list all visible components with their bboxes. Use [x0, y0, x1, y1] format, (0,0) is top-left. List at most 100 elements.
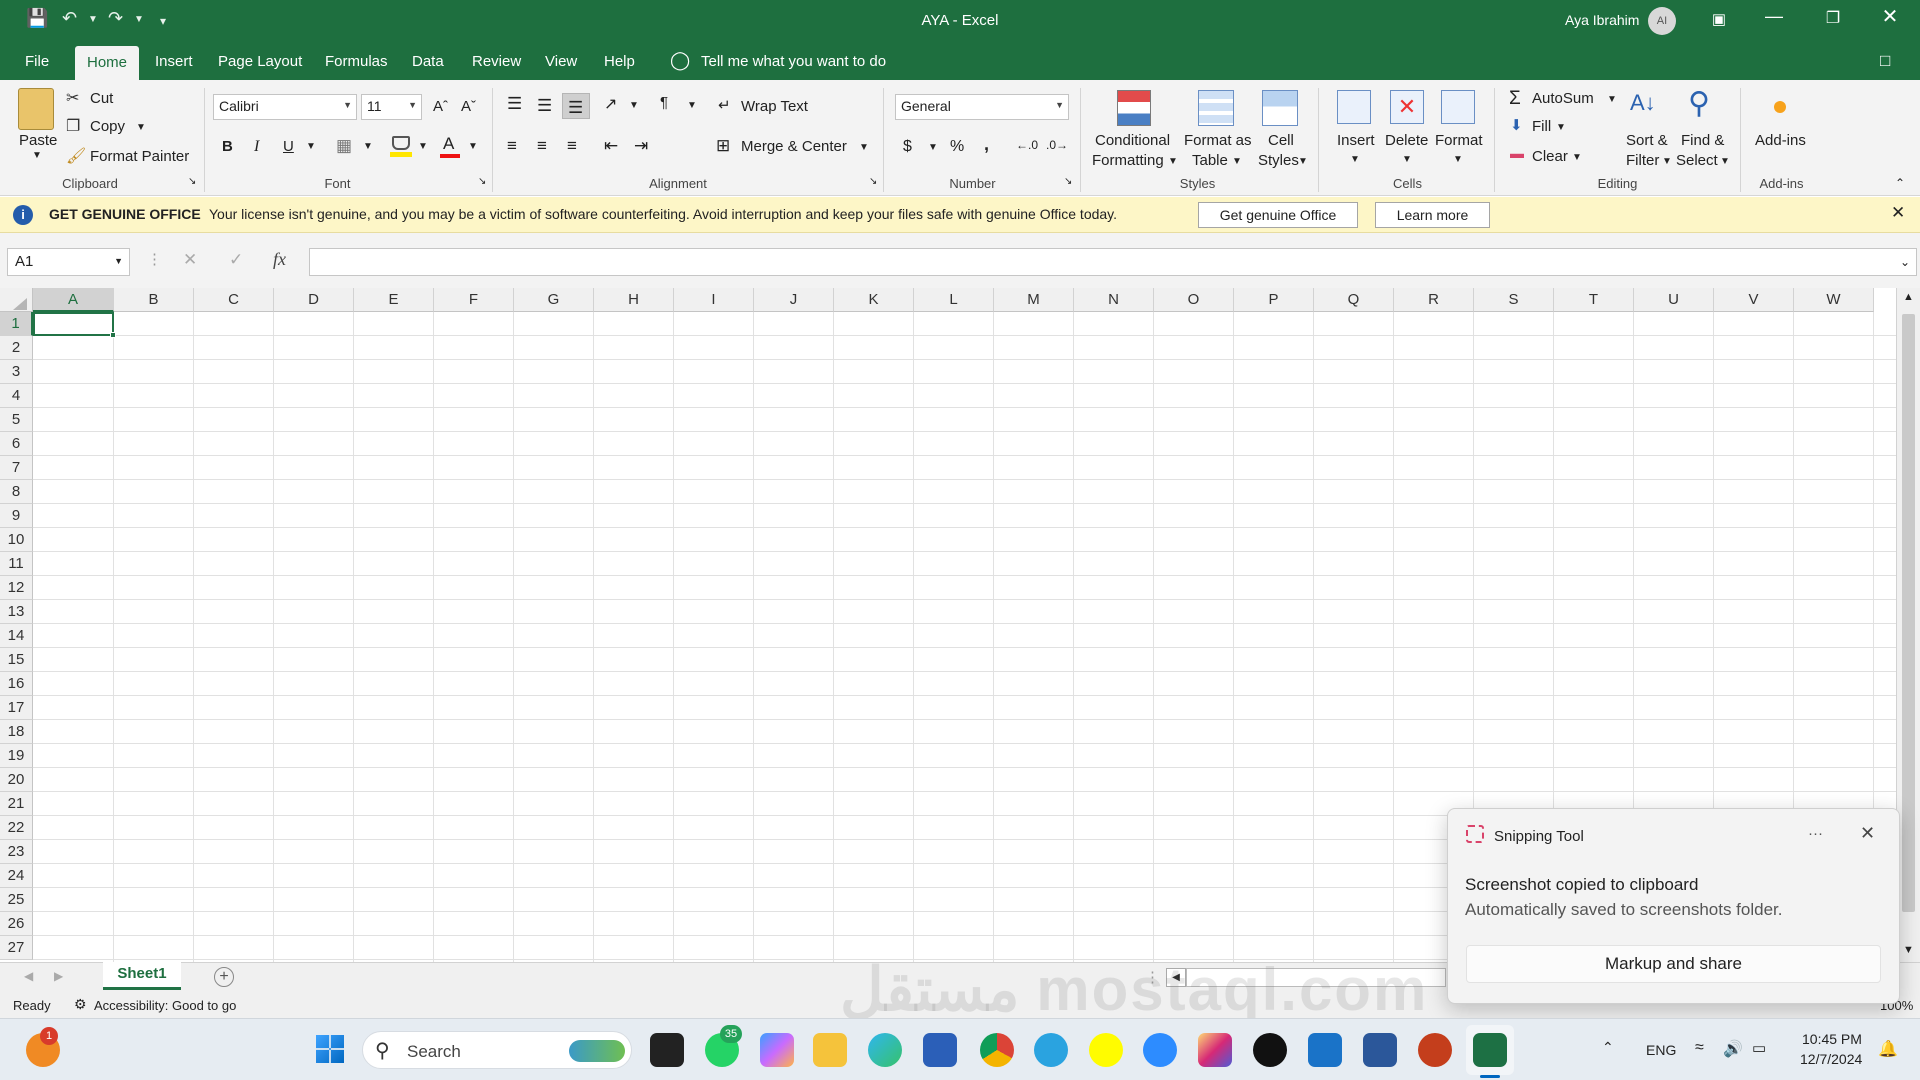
ribbon-display-icon[interactable]: ▣ — [1696, 10, 1742, 28]
row-header-9[interactable]: 9 — [0, 504, 33, 528]
formula-input[interactable]: ⌄ — [309, 248, 1917, 276]
format-as-table-button[interactable]: Format as — [1184, 132, 1252, 149]
find-select-button[interactable]: Find & — [1681, 132, 1724, 149]
font-name-select[interactable]: Calibri ▼ — [213, 94, 357, 120]
delete-cells-button[interactable]: Delete — [1385, 132, 1428, 149]
microsoft-store-icon[interactable] — [923, 1033, 957, 1067]
insert-dropdown-icon[interactable]: ▼ — [1350, 154, 1360, 165]
close-icon[interactable]: ✕ — [1860, 823, 1875, 844]
column-header-u[interactable]: U — [1634, 288, 1714, 312]
wrap-text-button[interactable]: Wrap Text — [741, 98, 808, 115]
minimize-icon[interactable]: — — [1751, 6, 1797, 27]
enter-icon[interactable]: ✓ — [229, 250, 243, 270]
task-view-icon[interactable] — [650, 1033, 684, 1067]
align-center-icon[interactable]: ≡ — [537, 136, 547, 156]
clipboard-launcher-icon[interactable]: ↘ — [188, 176, 196, 187]
scroll-up-icon[interactable]: ▲ — [1903, 291, 1914, 303]
telegram-icon[interactable] — [1034, 1033, 1068, 1067]
format-as-table-label2[interactable]: Table — [1192, 152, 1228, 169]
font-color-dropdown-icon[interactable]: ▼ — [468, 141, 478, 152]
column-header-o[interactable]: O — [1154, 288, 1234, 312]
start-icon[interactable] — [316, 1035, 344, 1063]
restore-icon[interactable]: ❐ — [1810, 8, 1856, 28]
align-top-icon[interactable]: ☰ — [507, 94, 522, 114]
row-header-8[interactable]: 8 — [0, 480, 33, 504]
instagram-icon[interactable] — [1198, 1033, 1232, 1067]
cancel-icon[interactable]: ✕ — [183, 250, 197, 270]
tab-home[interactable]: Home — [75, 46, 140, 80]
row-header-7[interactable]: 7 — [0, 456, 33, 480]
underline-dropdown-icon[interactable]: ▼ — [306, 141, 316, 152]
column-header-m[interactable]: M — [994, 288, 1074, 312]
conditional-dropdown-icon[interactable]: ▼ — [1168, 156, 1178, 167]
conditional-formatting-button[interactable]: Conditional — [1095, 132, 1170, 149]
align-bottom-button[interactable]: ☰ — [562, 93, 590, 119]
row-header-15[interactable]: 15 — [0, 648, 33, 672]
font-launcher-icon[interactable]: ↘ — [478, 176, 486, 187]
autosum-dropdown-icon[interactable]: ▼ — [1607, 94, 1617, 105]
delete-dropdown-icon[interactable]: ▼ — [1402, 154, 1412, 165]
file-explorer-icon[interactable] — [813, 1033, 847, 1067]
tab-page-layout[interactable]: Page Layout — [218, 53, 302, 70]
column-header-q[interactable]: Q — [1314, 288, 1394, 312]
powerpoint-icon[interactable] — [1418, 1033, 1452, 1067]
battery-icon[interactable]: ▭ — [1752, 1039, 1766, 1057]
find-select-label2[interactable]: Select — [1676, 152, 1718, 169]
row-header-13[interactable]: 13 — [0, 600, 33, 624]
snapchat-icon[interactable] — [1089, 1033, 1123, 1067]
borders-dropdown-icon[interactable]: ▼ — [363, 141, 373, 152]
copilot-icon[interactable] — [760, 1033, 794, 1067]
number-launcher-icon[interactable]: ↘ — [1064, 176, 1072, 187]
chrome-icon[interactable] — [980, 1033, 1014, 1067]
font-color-icon[interactable]: A — [443, 134, 454, 154]
autosum-button[interactable]: AutoSum — [1532, 90, 1594, 107]
number-format-select[interactable]: General ▼ — [895, 94, 1069, 120]
learn-more-button[interactable]: Learn more — [1375, 202, 1490, 228]
name-box[interactable]: A1 ▼ — [7, 248, 130, 276]
row-header-18[interactable]: 18 — [0, 720, 33, 744]
collapse-ribbon-icon[interactable]: ⌃ — [1895, 176, 1905, 190]
decrease-indent-icon[interactable]: ⇤ — [604, 136, 618, 156]
column-header-f[interactable]: F — [434, 288, 514, 312]
orientation-icon[interactable]: ↗ — [604, 94, 617, 114]
row-header-5[interactable]: 5 — [0, 408, 33, 432]
mail-icon[interactable] — [1308, 1033, 1342, 1067]
avatar[interactable]: AI — [1648, 7, 1676, 35]
fill-handle[interactable] — [110, 332, 116, 338]
column-header-v[interactable]: V — [1714, 288, 1794, 312]
row-header-17[interactable]: 17 — [0, 696, 33, 720]
row-header-24[interactable]: 24 — [0, 864, 33, 888]
snipping-tool-notification[interactable]: Snipping Tool ··· ✕ Screenshot copied to… — [1447, 808, 1900, 1004]
text-direction-dropdown-icon[interactable]: ▼ — [687, 100, 697, 111]
row-header-14[interactable]: 14 — [0, 624, 33, 648]
cell-styles-dropdown-icon[interactable]: ▼ — [1298, 156, 1308, 167]
row-header-21[interactable]: 21 — [0, 792, 33, 816]
notifications-bell-icon[interactable]: 🔔 — [1878, 1039, 1898, 1059]
comments-icon[interactable]: □ — [1880, 51, 1890, 71]
row-header-6[interactable]: 6 — [0, 432, 33, 456]
insert-function-button[interactable]: fx — [273, 249, 286, 270]
column-header-p[interactable]: P — [1234, 288, 1314, 312]
fill-color-icon[interactable] — [392, 136, 410, 150]
orientation-dropdown-icon[interactable]: ▼ — [629, 100, 639, 111]
increase-decimal-icon[interactable]: ←.0 — [1016, 138, 1038, 152]
copy-dropdown-icon[interactable]: ▼ — [136, 122, 146, 133]
tab-data[interactable]: Data — [412, 53, 444, 70]
vertical-scroll-thumb[interactable] — [1902, 314, 1915, 912]
input-language[interactable]: ENG — [1646, 1042, 1676, 1058]
close-icon[interactable]: ✕ — [1867, 4, 1913, 29]
fill-color-dropdown-icon[interactable]: ▼ — [418, 141, 428, 152]
next-sheet-icon[interactable]: ▶ — [54, 969, 63, 983]
row-header-12[interactable]: 12 — [0, 576, 33, 600]
column-header-w[interactable]: W — [1794, 288, 1874, 312]
find-dropdown-icon[interactable]: ▼ — [1720, 156, 1730, 167]
prev-sheet-icon[interactable]: ◀ — [24, 969, 33, 983]
align-left-icon[interactable]: ≡ — [507, 136, 517, 156]
cell-styles-button[interactable]: Cell — [1268, 132, 1294, 149]
tab-review[interactable]: Review — [472, 53, 521, 70]
column-header-s[interactable]: S — [1474, 288, 1554, 312]
format-table-dropdown-icon[interactable]: ▼ — [1232, 156, 1242, 167]
format-cells-button[interactable]: Format — [1435, 132, 1483, 149]
column-header-b[interactable]: B — [114, 288, 194, 312]
zoom-icon[interactable] — [1143, 1033, 1177, 1067]
